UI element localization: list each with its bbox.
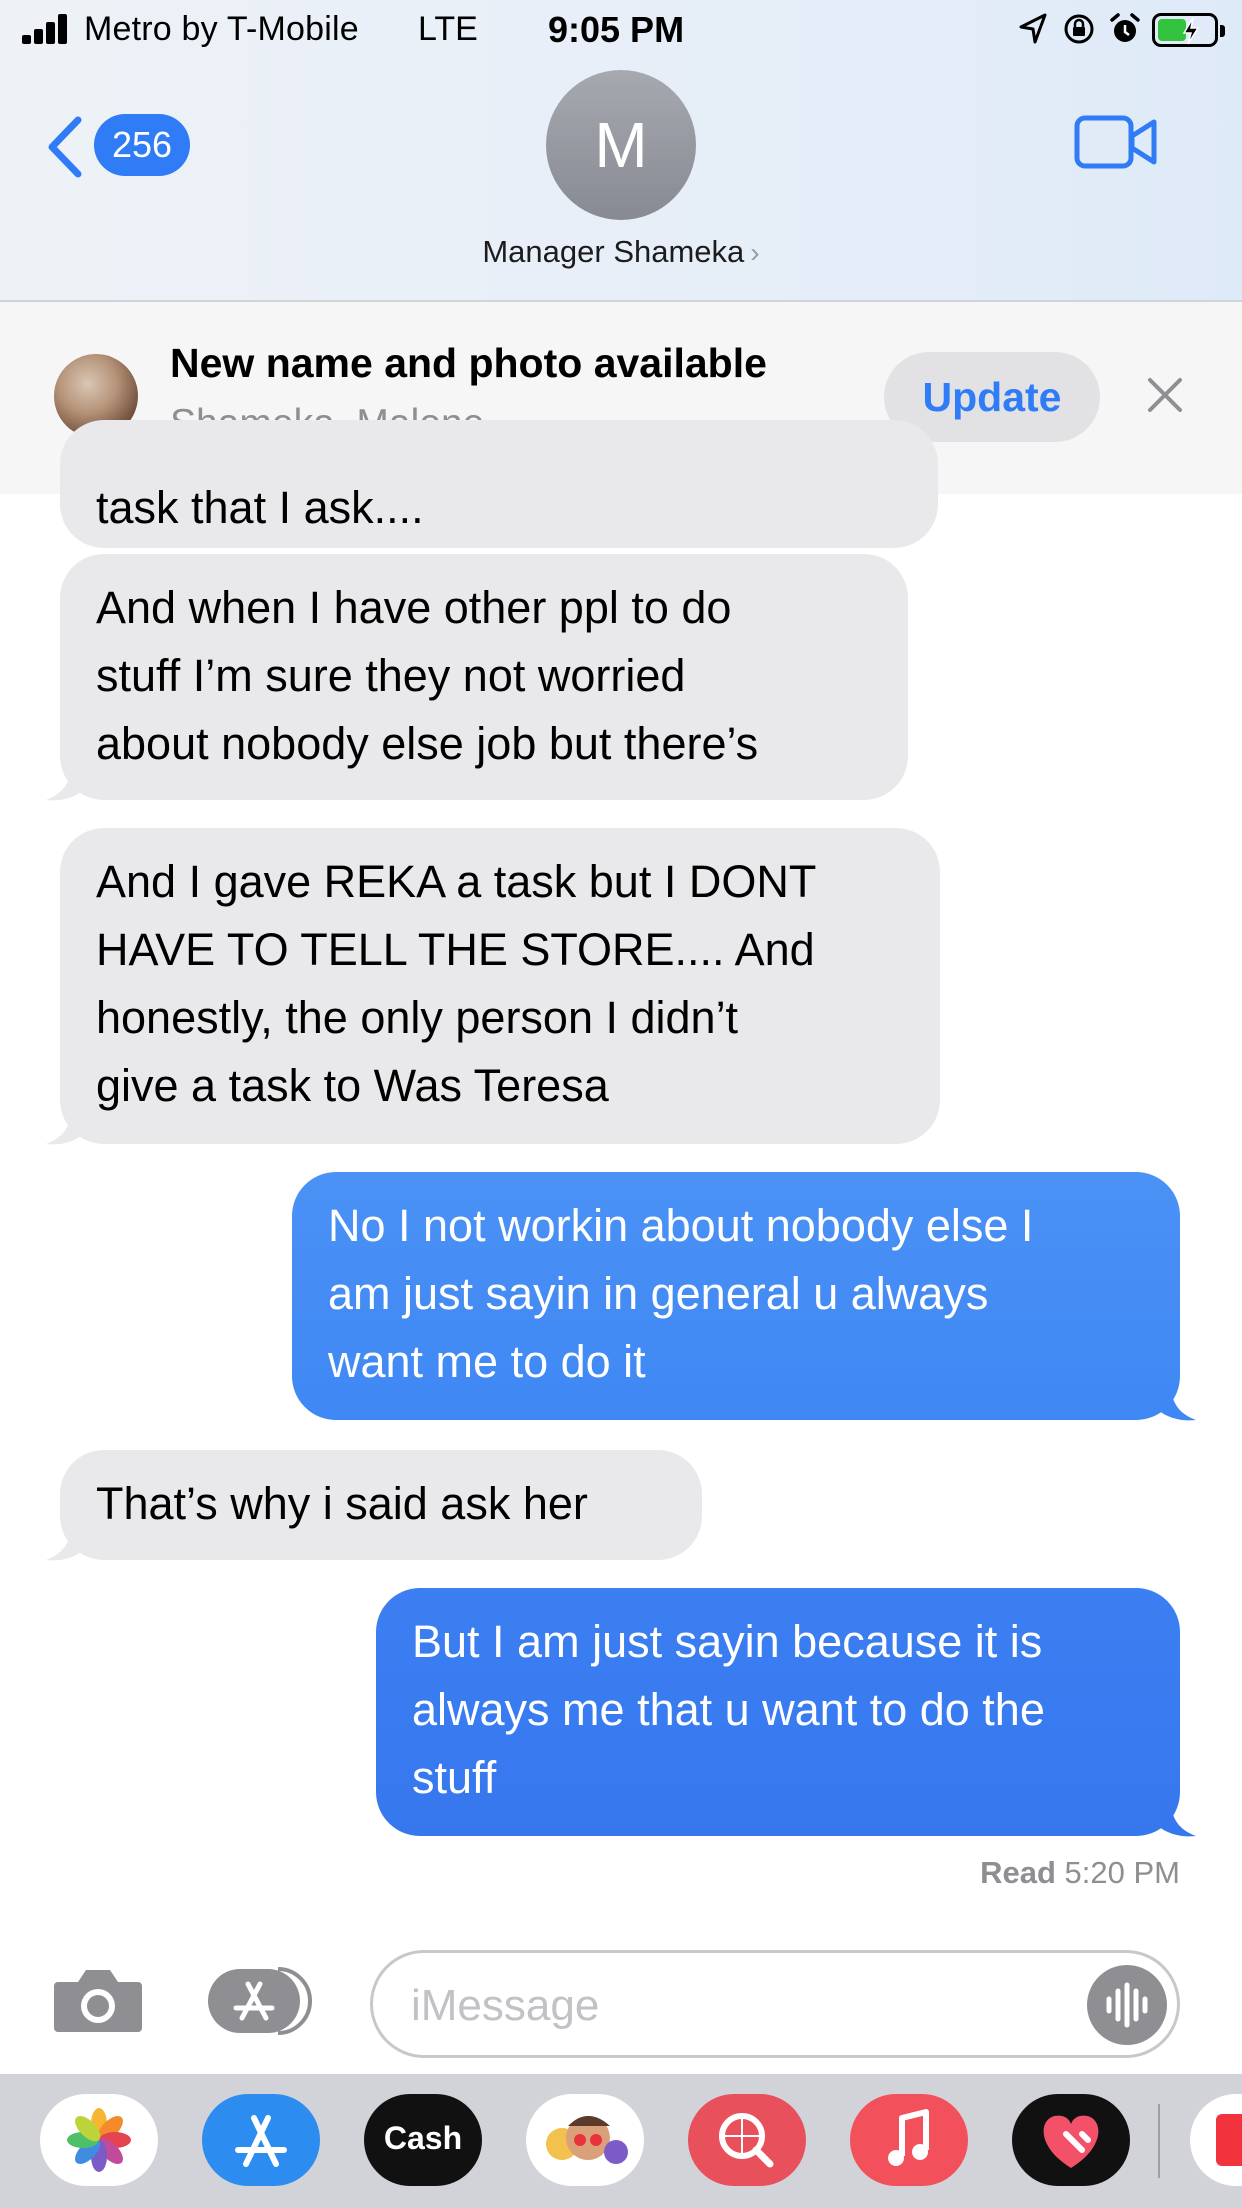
digital-touch-heart-icon[interactable] (1012, 2094, 1130, 2186)
music-app-icon[interactable] (850, 2094, 968, 2186)
location-arrow-icon (1019, 13, 1047, 44)
status-bar: Metro by T-Mobile LTE 9:05 PM (0, 0, 1242, 62)
photos-app-icon[interactable] (40, 2094, 158, 2186)
unread-count-badge[interactable]: 256 (94, 114, 190, 176)
app-store-apps-icon[interactable] (208, 1966, 320, 2036)
video-camera-icon[interactable] (1074, 114, 1158, 170)
audio-message-icon[interactable] (1087, 1965, 1167, 2045)
message-input-placeholder: iMessage (411, 1981, 600, 2030)
message-input[interactable]: iMessage (370, 1950, 1180, 2058)
back-chevron-icon[interactable] (44, 114, 84, 180)
bubble-tail (1156, 1794, 1196, 1837)
more-apps-peek[interactable] (1190, 2094, 1242, 2186)
alarm-icon (1110, 13, 1140, 42)
read-receipt: Read 5:20 PM (980, 1855, 1180, 1891)
drawer-divider (1158, 2104, 1160, 2178)
message-bubble-outgoing[interactable]: But I am just sayin because it is always… (376, 1588, 1180, 1836)
close-icon[interactable] (1146, 376, 1184, 414)
network-type: LTE (418, 10, 478, 48)
battery-charging-icon (1152, 13, 1225, 47)
image-search-icon[interactable] (688, 2094, 806, 2186)
status-time: 9:05 PM (548, 9, 685, 50)
bubble-tail (46, 1102, 86, 1145)
contact-avatar[interactable]: M (546, 70, 696, 220)
message-bubble-incoming[interactable]: And when I have other ppl to do stuff I’… (60, 554, 908, 800)
message-bubble-outgoing[interactable]: No I not workin about nobody else I am j… (292, 1172, 1180, 1420)
carrier-name: Metro by T-Mobile (84, 10, 359, 48)
app-store-icon[interactable] (202, 2094, 320, 2186)
orientation-lock-icon (1064, 14, 1094, 44)
bubble-tail (46, 1518, 86, 1561)
app-drawer: Cash (0, 2074, 1242, 2208)
message-bubble-incoming[interactable]: That’s why i said ask her (60, 1450, 702, 1560)
cash-app-label: Cash (383, 2120, 463, 2156)
memoji-icon[interactable] (526, 2094, 644, 2186)
camera-icon[interactable] (52, 1964, 144, 2036)
contact-name-button[interactable]: Manager Shameka › (0, 234, 1242, 270)
contact-name-label: Manager Shameka (482, 234, 745, 269)
message-bubble-incoming[interactable]: And I gave REKA a task but I DONT HAVE T… (60, 828, 940, 1144)
read-time: 5:20 PM (1064, 1855, 1180, 1890)
signal-bars-icon (22, 14, 72, 44)
message-bubble-incoming[interactable]: task that I ask.... (60, 420, 938, 548)
cash-app-icon[interactable]: Cash (364, 2094, 482, 2186)
read-label: Read (980, 1855, 1056, 1890)
conversation-header: 256 M Manager Shameka › (0, 62, 1242, 302)
banner-title: New name and photo available (170, 340, 767, 386)
bubble-tail (1156, 1378, 1196, 1421)
bubble-tail (46, 758, 86, 801)
chevron-right-icon: › (750, 237, 760, 268)
